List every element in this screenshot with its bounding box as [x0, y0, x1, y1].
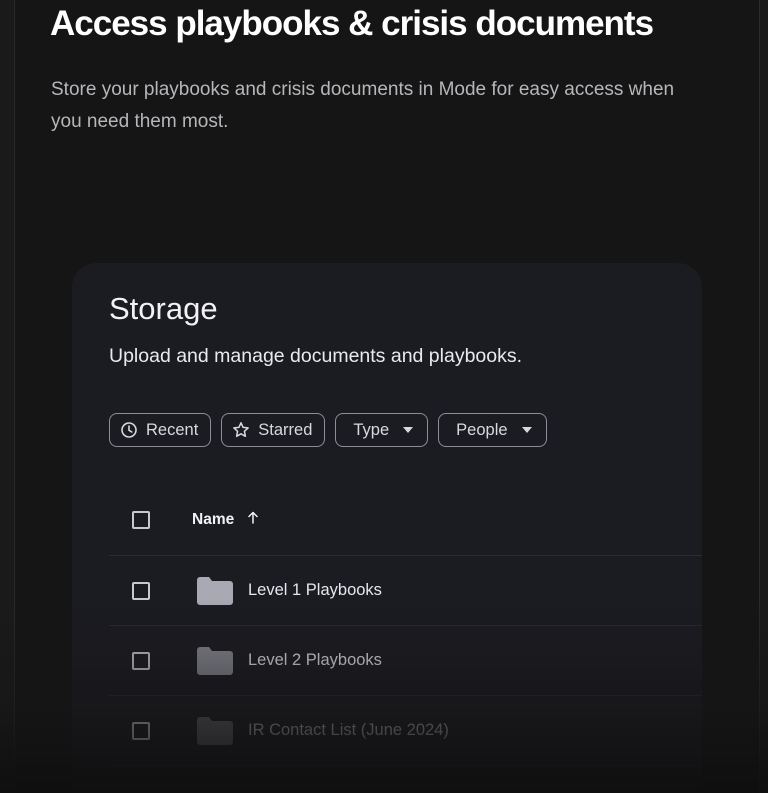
filter-starred-button[interactable]: Starred [221, 413, 326, 447]
storage-title: Storage [109, 291, 218, 326]
filter-people-dropdown[interactable]: People [438, 413, 547, 447]
documents-table: Name Level 1 Playbooks Level 2 Playbooks… [109, 485, 702, 766]
clock-icon [120, 421, 138, 439]
filter-starred-label: Starred [258, 420, 313, 439]
filter-recent-button[interactable]: Recent [109, 413, 212, 447]
row-checkbox[interactable] [132, 651, 150, 670]
row-name: IR Contact List (June 2024) [248, 721, 449, 739]
filter-recent-label: Recent [146, 420, 199, 439]
row-name: Level 1 Playbooks [248, 581, 382, 599]
select-all-checkbox[interactable] [132, 511, 150, 529]
name-column-label: Name [192, 511, 235, 528]
arrow-up-icon [247, 511, 259, 529]
table-row[interactable]: Level 1 Playbooks [109, 556, 702, 626]
row-checkbox[interactable] [132, 721, 150, 740]
right-edge [759, 0, 768, 793]
table-header-row: Name [109, 485, 702, 556]
folder-icon [197, 717, 233, 750]
storage-card: Storage Upload and manage documents and … [72, 263, 702, 793]
row-name: Level 2 Playbooks [248, 651, 382, 669]
filter-type-dropdown[interactable]: Type [335, 413, 429, 447]
caret-down-icon [521, 427, 532, 433]
table-row[interactable]: IR Contact List (June 2024) [109, 696, 702, 766]
filter-bar: Recent Starred Type People [109, 413, 547, 447]
row-checkbox[interactable] [132, 581, 150, 600]
storage-subtitle: Upload and manage documents and playbook… [109, 345, 523, 367]
table-row[interactable]: Level 2 Playbooks [109, 626, 702, 696]
name-column-header[interactable]: Name [192, 511, 259, 529]
caret-down-icon [403, 427, 414, 433]
folder-icon [197, 647, 233, 680]
hero-description: Store your playbooks and crisis document… [51, 79, 675, 132]
folder-icon [197, 577, 233, 610]
star-icon [232, 421, 250, 439]
filter-people-label: People [456, 420, 508, 439]
hero-title: Access playbooks & crisis documents [50, 4, 654, 43]
page: Access playbooks & crisis documents Stor… [0, 0, 768, 793]
filter-type-label: Type [353, 420, 390, 439]
left-edge [0, 0, 15, 793]
